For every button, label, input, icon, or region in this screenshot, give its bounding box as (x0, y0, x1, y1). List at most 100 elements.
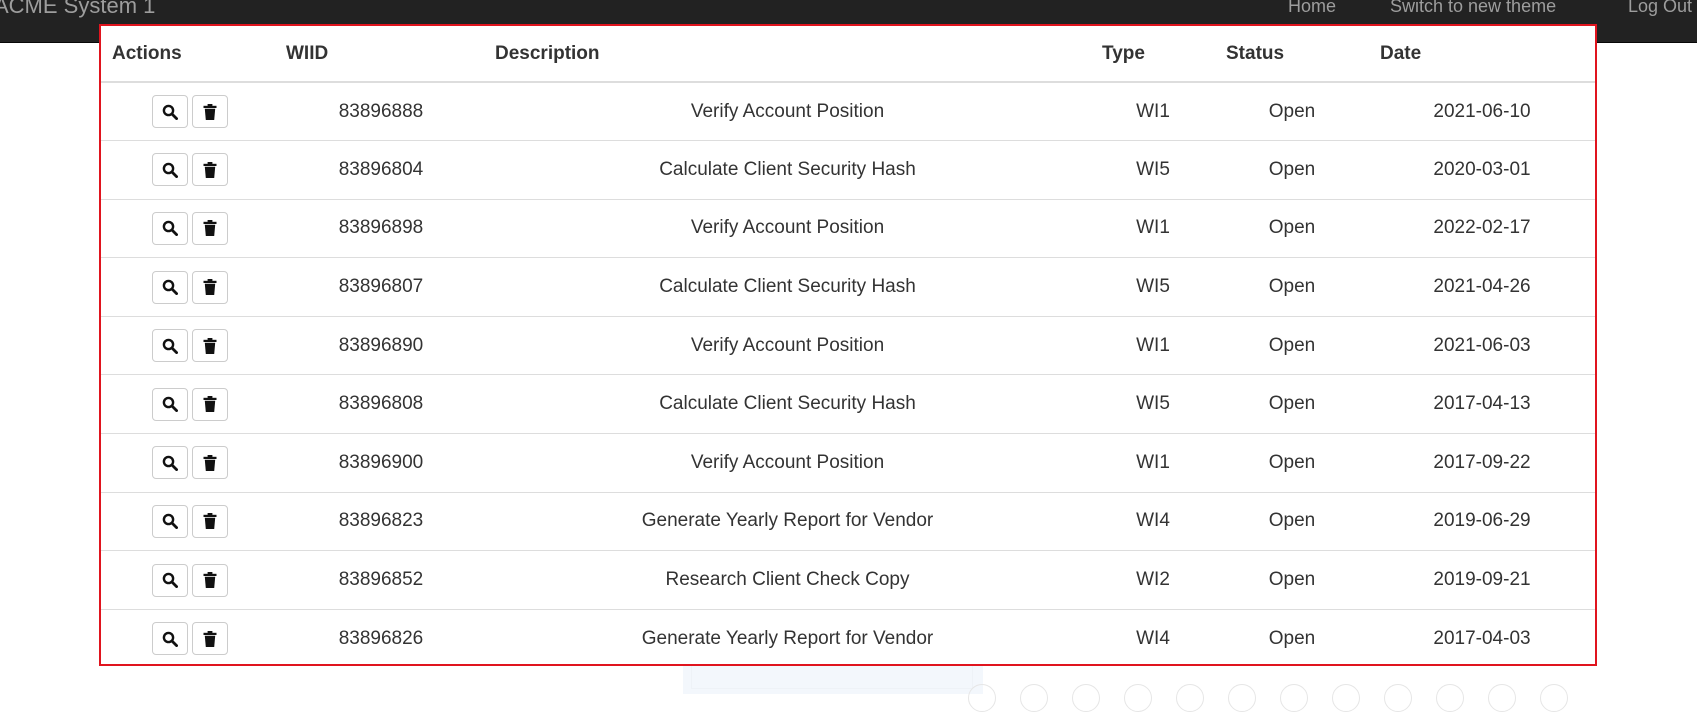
cell-status: Open (1215, 374, 1369, 435)
column-header-wiid[interactable]: WIID (278, 26, 484, 83)
pager-dot (1332, 684, 1360, 712)
view-button[interactable] (151, 95, 188, 129)
nav-logout-link[interactable]: Log Out (1628, 0, 1692, 21)
delete-button[interactable] (191, 270, 228, 304)
row-actions (101, 550, 278, 610)
cell-date: 2021-04-26 (1369, 257, 1595, 317)
work-items-table: Actions WIID Description Type Status Dat… (101, 26, 1595, 668)
pager-dot (1124, 684, 1152, 712)
row-actions (101, 316, 278, 376)
table-row: 83896852 Research Client Check Copy WI2 Ope… (101, 550, 1595, 610)
delete-button[interactable] (191, 446, 228, 480)
view-button[interactable] (151, 387, 188, 421)
table-row: 83896823 Generate Yearly Report for Vendo… (101, 492, 1595, 552)
delete-button[interactable] (191, 563, 228, 597)
cell-date: 2019-09-21 (1369, 550, 1595, 610)
view-button[interactable] (151, 211, 188, 245)
table-body: 83896888 Verify Account Position WI1 Open 20… (101, 82, 1595, 668)
table-header-row: Actions WIID Description Type Status Dat… (101, 26, 1595, 83)
cell-date: 2017-04-03 (1433, 627, 1531, 649)
cell-type: WI1 (1091, 199, 1215, 259)
delete-button[interactable] (191, 504, 228, 538)
delete-button[interactable] (191, 387, 228, 421)
cell-status: Open (1215, 82, 1369, 142)
pager-dot (1384, 684, 1412, 712)
pager-dot (1280, 684, 1308, 712)
cell-description: Verify Account Position (484, 82, 1091, 142)
view-button[interactable] (151, 446, 188, 480)
row-actions (101, 374, 278, 435)
cell-wiid: 83896808 (278, 374, 484, 435)
cell-date: 2021-06-10 (1369, 82, 1595, 142)
cell-date: 2020-03-01 (1369, 140, 1595, 200)
delete-button[interactable] (191, 95, 228, 129)
cell-type: WI1 (1091, 433, 1215, 493)
background-pager (968, 684, 1568, 712)
delete-button[interactable] (191, 329, 228, 363)
view-button[interactable] (151, 329, 188, 363)
cell-wiid: 83896807 (278, 257, 484, 317)
table-row: 83896826 Generate Yearly Report for Vendo… (101, 609, 1595, 668)
pager-dot (1488, 684, 1516, 712)
cell-description: Generate Yearly Report for Vendor (641, 627, 934, 649)
pager-dot (968, 684, 996, 712)
cell-status: Open (1215, 257, 1369, 317)
delete-button[interactable] (191, 211, 228, 245)
cell-date: 2022-02-17 (1369, 199, 1595, 259)
pager-dot (1176, 684, 1204, 712)
cell-description: Calculate Client Security Hash (484, 140, 1091, 200)
view-button[interactable] (151, 504, 188, 538)
cell-type: WI4 (1091, 492, 1215, 552)
row-actions (101, 492, 278, 552)
row-actions (101, 609, 278, 668)
cell-date: 2019-06-29 (1369, 492, 1595, 552)
pager-dot (1228, 684, 1256, 712)
cell-type: WI5 (1091, 140, 1215, 200)
cell-type: WI2 (1091, 550, 1215, 610)
cell-status: Open (1215, 140, 1369, 200)
cell-type: WI5 (1091, 257, 1215, 317)
view-button[interactable] (151, 270, 188, 304)
nav-switch-theme-link[interactable]: Switch to new theme (1390, 0, 1556, 21)
row-actions (101, 199, 278, 259)
work-items-table-highlight: Actions WIID Description Type Status Dat… (99, 24, 1597, 666)
column-header-date[interactable]: Date (1369, 26, 1595, 83)
cell-description: Verify Account Position (484, 316, 1091, 376)
column-header-actions: Actions (101, 26, 278, 83)
cell-wiid: 83896898 (278, 199, 484, 259)
nav-home-link[interactable]: Home (1288, 0, 1336, 21)
table-row: 83896900 Verify Account Position WI1 Open 20… (101, 433, 1595, 493)
cell-description: Verify Account Position (484, 433, 1091, 493)
cell-description: Research Client Check Copy (484, 550, 1091, 610)
cell-type: WI1 (1091, 82, 1215, 142)
cell-type: WI1 (1091, 316, 1215, 376)
view-button[interactable] (151, 563, 188, 597)
delete-button[interactable] (191, 622, 228, 656)
cell-type: WI4 (1136, 627, 1170, 649)
cell-date: 2021-06-03 (1369, 316, 1595, 376)
table-row: 83896888 Verify Account Position WI1 Open 20… (101, 82, 1595, 142)
cell-wiid: 83896804 (278, 140, 484, 200)
cell-status: Open (1215, 492, 1369, 552)
row-actions (101, 257, 278, 317)
row-actions (101, 140, 278, 200)
cell-wiid: 83896890 (278, 316, 484, 376)
column-header-type[interactable]: Type (1091, 26, 1215, 83)
cell-wiid: 83896900 (278, 433, 484, 493)
row-actions (101, 433, 278, 493)
cell-date: 2017-09-22 (1369, 433, 1595, 493)
table-row: 83896804 Calculate Client Security Hash WI… (101, 140, 1595, 200)
pager-dot (1436, 684, 1464, 712)
delete-button[interactable] (191, 153, 228, 187)
cell-description: Calculate Client Security Hash (484, 374, 1091, 435)
row-actions (101, 82, 278, 142)
view-button[interactable] (151, 622, 188, 656)
column-header-status[interactable]: Status (1215, 26, 1369, 83)
pager-dot (1020, 684, 1048, 712)
view-button[interactable] (151, 153, 188, 187)
app-brand[interactable]: ACME System 1 (0, 0, 155, 21)
pager-dot (1540, 684, 1568, 712)
table-row: 83896898 Verify Account Position WI1 Open 20… (101, 199, 1595, 259)
cell-wiid: 83896852 (278, 550, 484, 610)
column-header-description[interactable]: Description (484, 26, 1091, 83)
